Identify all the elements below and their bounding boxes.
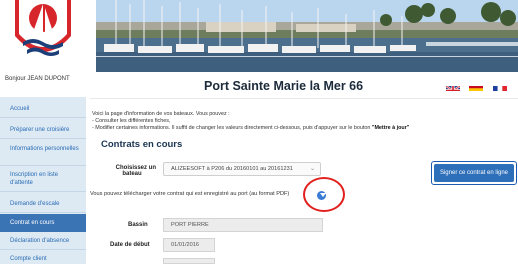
sidebar-item-liste-attente[interactable]: Inscription en liste d'attente xyxy=(0,171,72,187)
logo xyxy=(0,0,88,72)
intro-text: - Modifier certaines informations. Il su… xyxy=(92,125,372,131)
end-date-field[interactable] xyxy=(163,258,215,264)
page-title: Port Sainte Marie la Mer 66 xyxy=(204,79,364,93)
france-flag-icon[interactable] xyxy=(493,82,507,91)
bassin-field[interactable]: PORT PIERRE xyxy=(163,218,323,232)
marina-banner-image xyxy=(96,0,518,72)
boat-label-line: bateau xyxy=(122,171,142,177)
sidebar-divider xyxy=(0,249,86,250)
boat-select[interactable]: ALIZEESOFT à P206 du 20160101 au 2016123… xyxy=(163,162,321,176)
section-title: Contrats en cours xyxy=(101,139,183,150)
sidebar-item-accueil[interactable]: Accueil xyxy=(0,105,86,113)
sidebar-item-compte-client[interactable]: Compte client xyxy=(0,255,86,263)
intro-line: - Modifier certaines informations. Il su… xyxy=(92,125,409,132)
sign-contract-button[interactable]: Signer ce contrat en ligne xyxy=(434,164,514,182)
sign-contract-highlight: Signer ce contrat en ligne xyxy=(431,161,517,185)
sidebar-divider xyxy=(0,138,86,139)
chevron-down-icon: ⌄ xyxy=(309,166,315,172)
start-date-field[interactable]: 01/01/2016 xyxy=(163,238,215,252)
uk-flag-icon[interactable] xyxy=(446,82,460,91)
bassin-label: Bassin xyxy=(128,222,148,228)
sidebar: Accueil Préparer une croisière Informati… xyxy=(0,97,86,264)
sidebar-divider xyxy=(0,191,86,192)
user-greeting: Bonjour JEAN DUPONT xyxy=(5,76,70,82)
boat-select-value: ALIZEESOFT à P206 du 20160101 au 2016123… xyxy=(171,166,293,172)
update-button-reference: "Mettre à jour" xyxy=(371,125,410,131)
intro-line: Voici la page d'information de vos batea… xyxy=(92,111,230,117)
sidebar-divider xyxy=(0,165,86,166)
sidebar-item-preparer-croisiere[interactable]: Préparer une croisière xyxy=(0,126,86,134)
download-text: Vous pouvez télécharger votre contrat qu… xyxy=(90,191,290,197)
sidebar-item-declaration-absence[interactable]: Déclaration d'absence xyxy=(0,237,86,245)
highlight-circle xyxy=(303,177,345,212)
boat-select-label: Choisissez un bateau xyxy=(108,165,156,177)
intro-line: - Consulter les différentes fiches, xyxy=(92,118,171,124)
sidebar-item-demande-escale[interactable]: Demande d'escale xyxy=(0,200,86,208)
spain-flag-icon[interactable] xyxy=(469,82,483,91)
sidebar-divider xyxy=(0,212,86,213)
header-divider xyxy=(90,98,518,99)
sidebar-item-informations-personnelles[interactable]: Informations personnelles xyxy=(0,145,80,153)
sidebar-divider xyxy=(0,117,86,118)
port-logo-icon xyxy=(11,0,75,59)
start-date-label: Date de début xyxy=(110,242,150,248)
sidebar-item-contrat-en-cours[interactable]: Contrat en cours xyxy=(0,214,86,232)
